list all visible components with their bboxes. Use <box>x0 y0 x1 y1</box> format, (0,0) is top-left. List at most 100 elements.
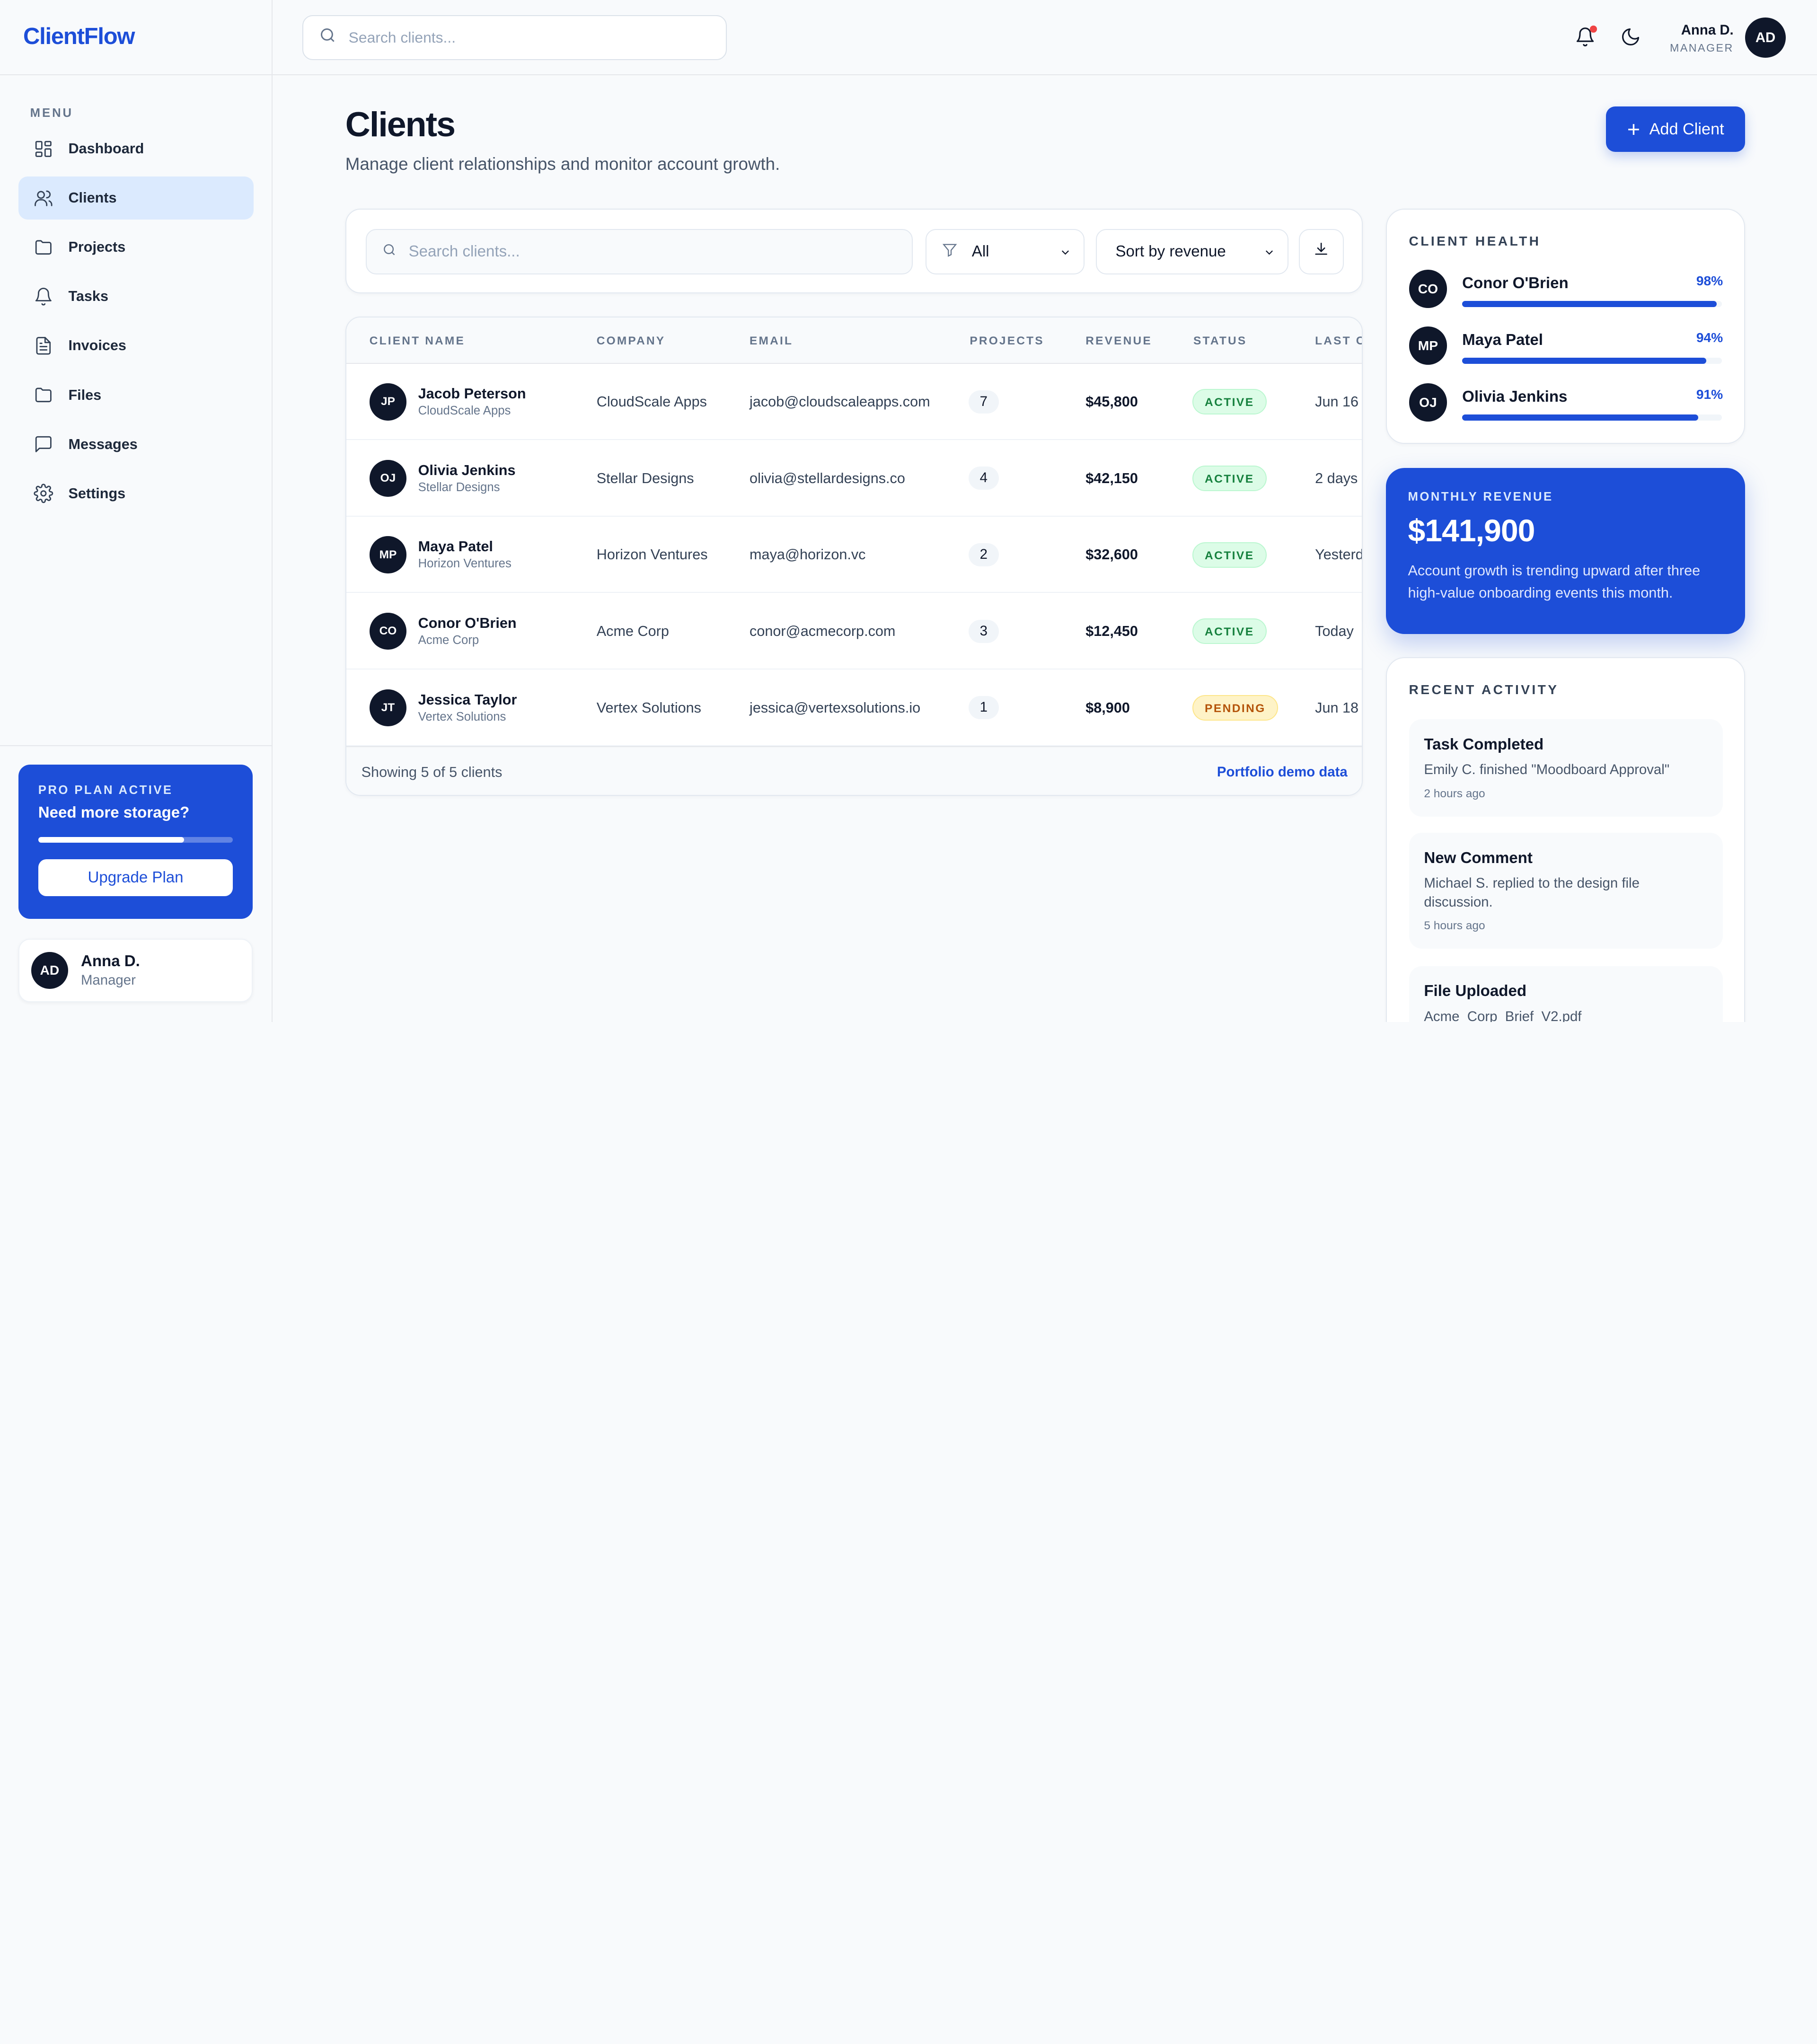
user-role: MANAGER <box>1670 42 1734 54</box>
sidebar-user-card[interactable]: AD Anna D. Manager <box>18 939 253 1003</box>
health-row[interactable]: MP Maya Patel 94% <box>1409 326 1723 366</box>
table-row[interactable]: JT Jessica Taylor Vertex Solutions Verte… <box>346 670 1362 746</box>
health-row[interactable]: CO Conor O'Brien 98% <box>1409 270 1723 309</box>
activity-description: Michael S. replied to the design file di… <box>1424 874 1708 911</box>
status-filter-select[interactable]: All <box>926 229 1085 274</box>
sidebar-item-dashboard[interactable]: Dashboard <box>18 127 254 170</box>
revenue-cell: $45,800 <box>1085 394 1138 410</box>
column-header[interactable]: CLIENT NAME <box>370 335 465 348</box>
sidebar-item-messages[interactable]: Messages <box>18 423 254 466</box>
status-badge: ACTIVE <box>1192 389 1267 414</box>
health-bar-fill <box>1462 414 1698 420</box>
sort-select[interactable]: Sort by revenue <box>1096 229 1288 274</box>
portfolio-demo-link[interactable]: Portfolio demo data <box>1217 764 1348 780</box>
email-cell[interactable]: conor@acmecorp.com <box>750 623 895 640</box>
sidebar-item-settings[interactable]: Settings <box>18 472 254 515</box>
topbar-user[interactable]: Anna D. MANAGER <box>1670 22 1734 54</box>
chevron-down-icon <box>1059 245 1072 258</box>
client-subtitle: CloudScale Apps <box>418 404 511 418</box>
sidebar-item-label: Settings <box>68 485 125 502</box>
sidebar: ClientFlow MENU Dashboard Clients Projec… <box>0 0 273 1022</box>
page-subtitle: Manage client relationships and monitor … <box>345 154 780 174</box>
health-bar <box>1462 414 1722 420</box>
sidebar-item-projects[interactable]: Projects <box>18 226 254 269</box>
email-cell[interactable]: olivia@stellardesigns.co <box>750 470 905 487</box>
email-cell[interactable]: jessica@vertexsolutions.io <box>750 700 920 716</box>
notification-bell-icon[interactable] <box>1575 26 1596 47</box>
health-percent: 94% <box>1696 330 1723 345</box>
card-title: MONTHLY REVENUE <box>1408 490 1723 504</box>
sidebar-item-label: Files <box>68 387 101 404</box>
column-header[interactable]: COMPANY <box>597 335 666 348</box>
sidebar-item-label: Invoices <box>68 337 126 354</box>
table-row[interactable]: MP Maya Patel Horizon Ventures Horizon V… <box>346 517 1362 593</box>
brand-logo[interactable]: ClientFlow <box>0 0 272 75</box>
avatar[interactable]: AD <box>1745 18 1786 58</box>
column-header[interactable]: EMAIL <box>750 335 793 348</box>
company-cell: CloudScale Apps <box>597 394 707 410</box>
download-button[interactable] <box>1299 229 1344 274</box>
column-header[interactable]: REVENUE <box>1085 335 1152 348</box>
client-name[interactable]: Maya Patel <box>418 538 493 555</box>
status-badge: ACTIVE <box>1192 466 1267 491</box>
search-icon <box>382 241 397 262</box>
sidebar-item-label: Clients <box>68 190 116 206</box>
users-icon <box>34 188 53 208</box>
column-header[interactable]: STATUS <box>1193 335 1247 348</box>
folder-icon <box>34 385 53 405</box>
table-row[interactable]: CO Conor O'Brien Acme Corp Acme Corp con… <box>346 593 1362 670</box>
clients-table: CLIENT NAME COMPANY EMAIL PROJECTS REVEN… <box>345 317 1363 796</box>
client-health-card: CLIENT HEALTH CO Conor O'Brien 98% MP Ma… <box>1386 209 1745 444</box>
activity-title: File Uploaded <box>1424 982 1708 1000</box>
client-name[interactable]: Olivia Jenkins <box>418 462 516 479</box>
status-badge: ACTIVE <box>1192 618 1267 644</box>
client-name[interactable]: Conor O'Brien <box>418 615 517 632</box>
client-subtitle: Horizon Ventures <box>418 557 512 571</box>
activity-item[interactable]: New Comment Michael S. replied to the de… <box>1409 833 1723 949</box>
table-row[interactable]: JP Jacob Peterson CloudScale Apps CloudS… <box>346 364 1362 441</box>
email-cell[interactable]: jacob@cloudscaleapps.com <box>750 394 930 410</box>
client-search-input[interactable]: Search clients... <box>366 229 913 274</box>
folder-icon <box>34 238 53 257</box>
add-client-button[interactable]: + Add Client <box>1606 106 1745 152</box>
sidebar-item-clients[interactable]: Clients <box>18 176 254 220</box>
avatar: JP <box>370 383 406 420</box>
chevron-down-icon <box>1263 245 1276 258</box>
avatar: OJ <box>370 460 406 497</box>
column-header[interactable]: LAST C <box>1315 335 1363 348</box>
activity-item[interactable]: Task Completed Emily C. finished "Moodbo… <box>1409 719 1723 817</box>
client-subtitle: Vertex Solutions <box>418 710 506 724</box>
column-header[interactable]: PROJECTS <box>970 335 1044 348</box>
user-name: Anna D. <box>1670 22 1734 38</box>
client-name[interactable]: Jacob Peterson <box>418 386 526 402</box>
last-contact-cell: Jun 16 <box>1315 394 1358 410</box>
company-cell: Stellar Designs <box>597 470 694 487</box>
activity-description: Acme_Corp_Brief_V2.pdf <box>1424 1007 1708 1022</box>
avatar: CO <box>1409 270 1447 308</box>
promo-title: Need more storage? <box>38 804 233 822</box>
email-cell[interactable]: maya@horizon.vc <box>750 546 865 563</box>
sidebar-item-label: Tasks <box>68 288 108 305</box>
message-icon <box>34 434 53 454</box>
global-search-input[interactable]: Search clients... <box>302 15 726 61</box>
avatar: MP <box>370 536 406 573</box>
projects-count: 4 <box>969 467 999 490</box>
sidebar-nav: Dashboard Clients Projects Tasks Invoice… <box>18 127 254 521</box>
last-contact-cell: Jun 18 <box>1315 700 1358 716</box>
sidebar-item-label: Dashboard <box>68 141 144 157</box>
table-row[interactable]: OJ Olivia Jenkins Stellar Designs Stella… <box>346 440 1362 517</box>
sidebar-divider <box>0 745 273 746</box>
results-count: Showing 5 of 5 clients <box>362 764 503 781</box>
sidebar-item-tasks[interactable]: Tasks <box>18 275 254 318</box>
dark-mode-moon-icon[interactable] <box>1620 26 1641 47</box>
activity-item[interactable]: File Uploaded Acme_Corp_Brief_V2.pdf <box>1409 966 1723 1022</box>
storage-progress-fill <box>38 837 185 843</box>
health-row[interactable]: OJ Olivia Jenkins 91% <box>1409 383 1723 423</box>
sidebar-item-invoices[interactable]: Invoices <box>18 325 254 368</box>
upgrade-plan-button[interactable]: Upgrade Plan <box>38 859 233 896</box>
client-name[interactable]: Jessica Taylor <box>418 692 517 708</box>
last-contact-cell: Yesterd <box>1315 546 1363 563</box>
dashboard-icon <box>34 139 53 159</box>
sidebar-item-files[interactable]: Files <box>18 374 254 417</box>
table-footer: Showing 5 of 5 clients Portfolio demo da… <box>346 746 1363 796</box>
